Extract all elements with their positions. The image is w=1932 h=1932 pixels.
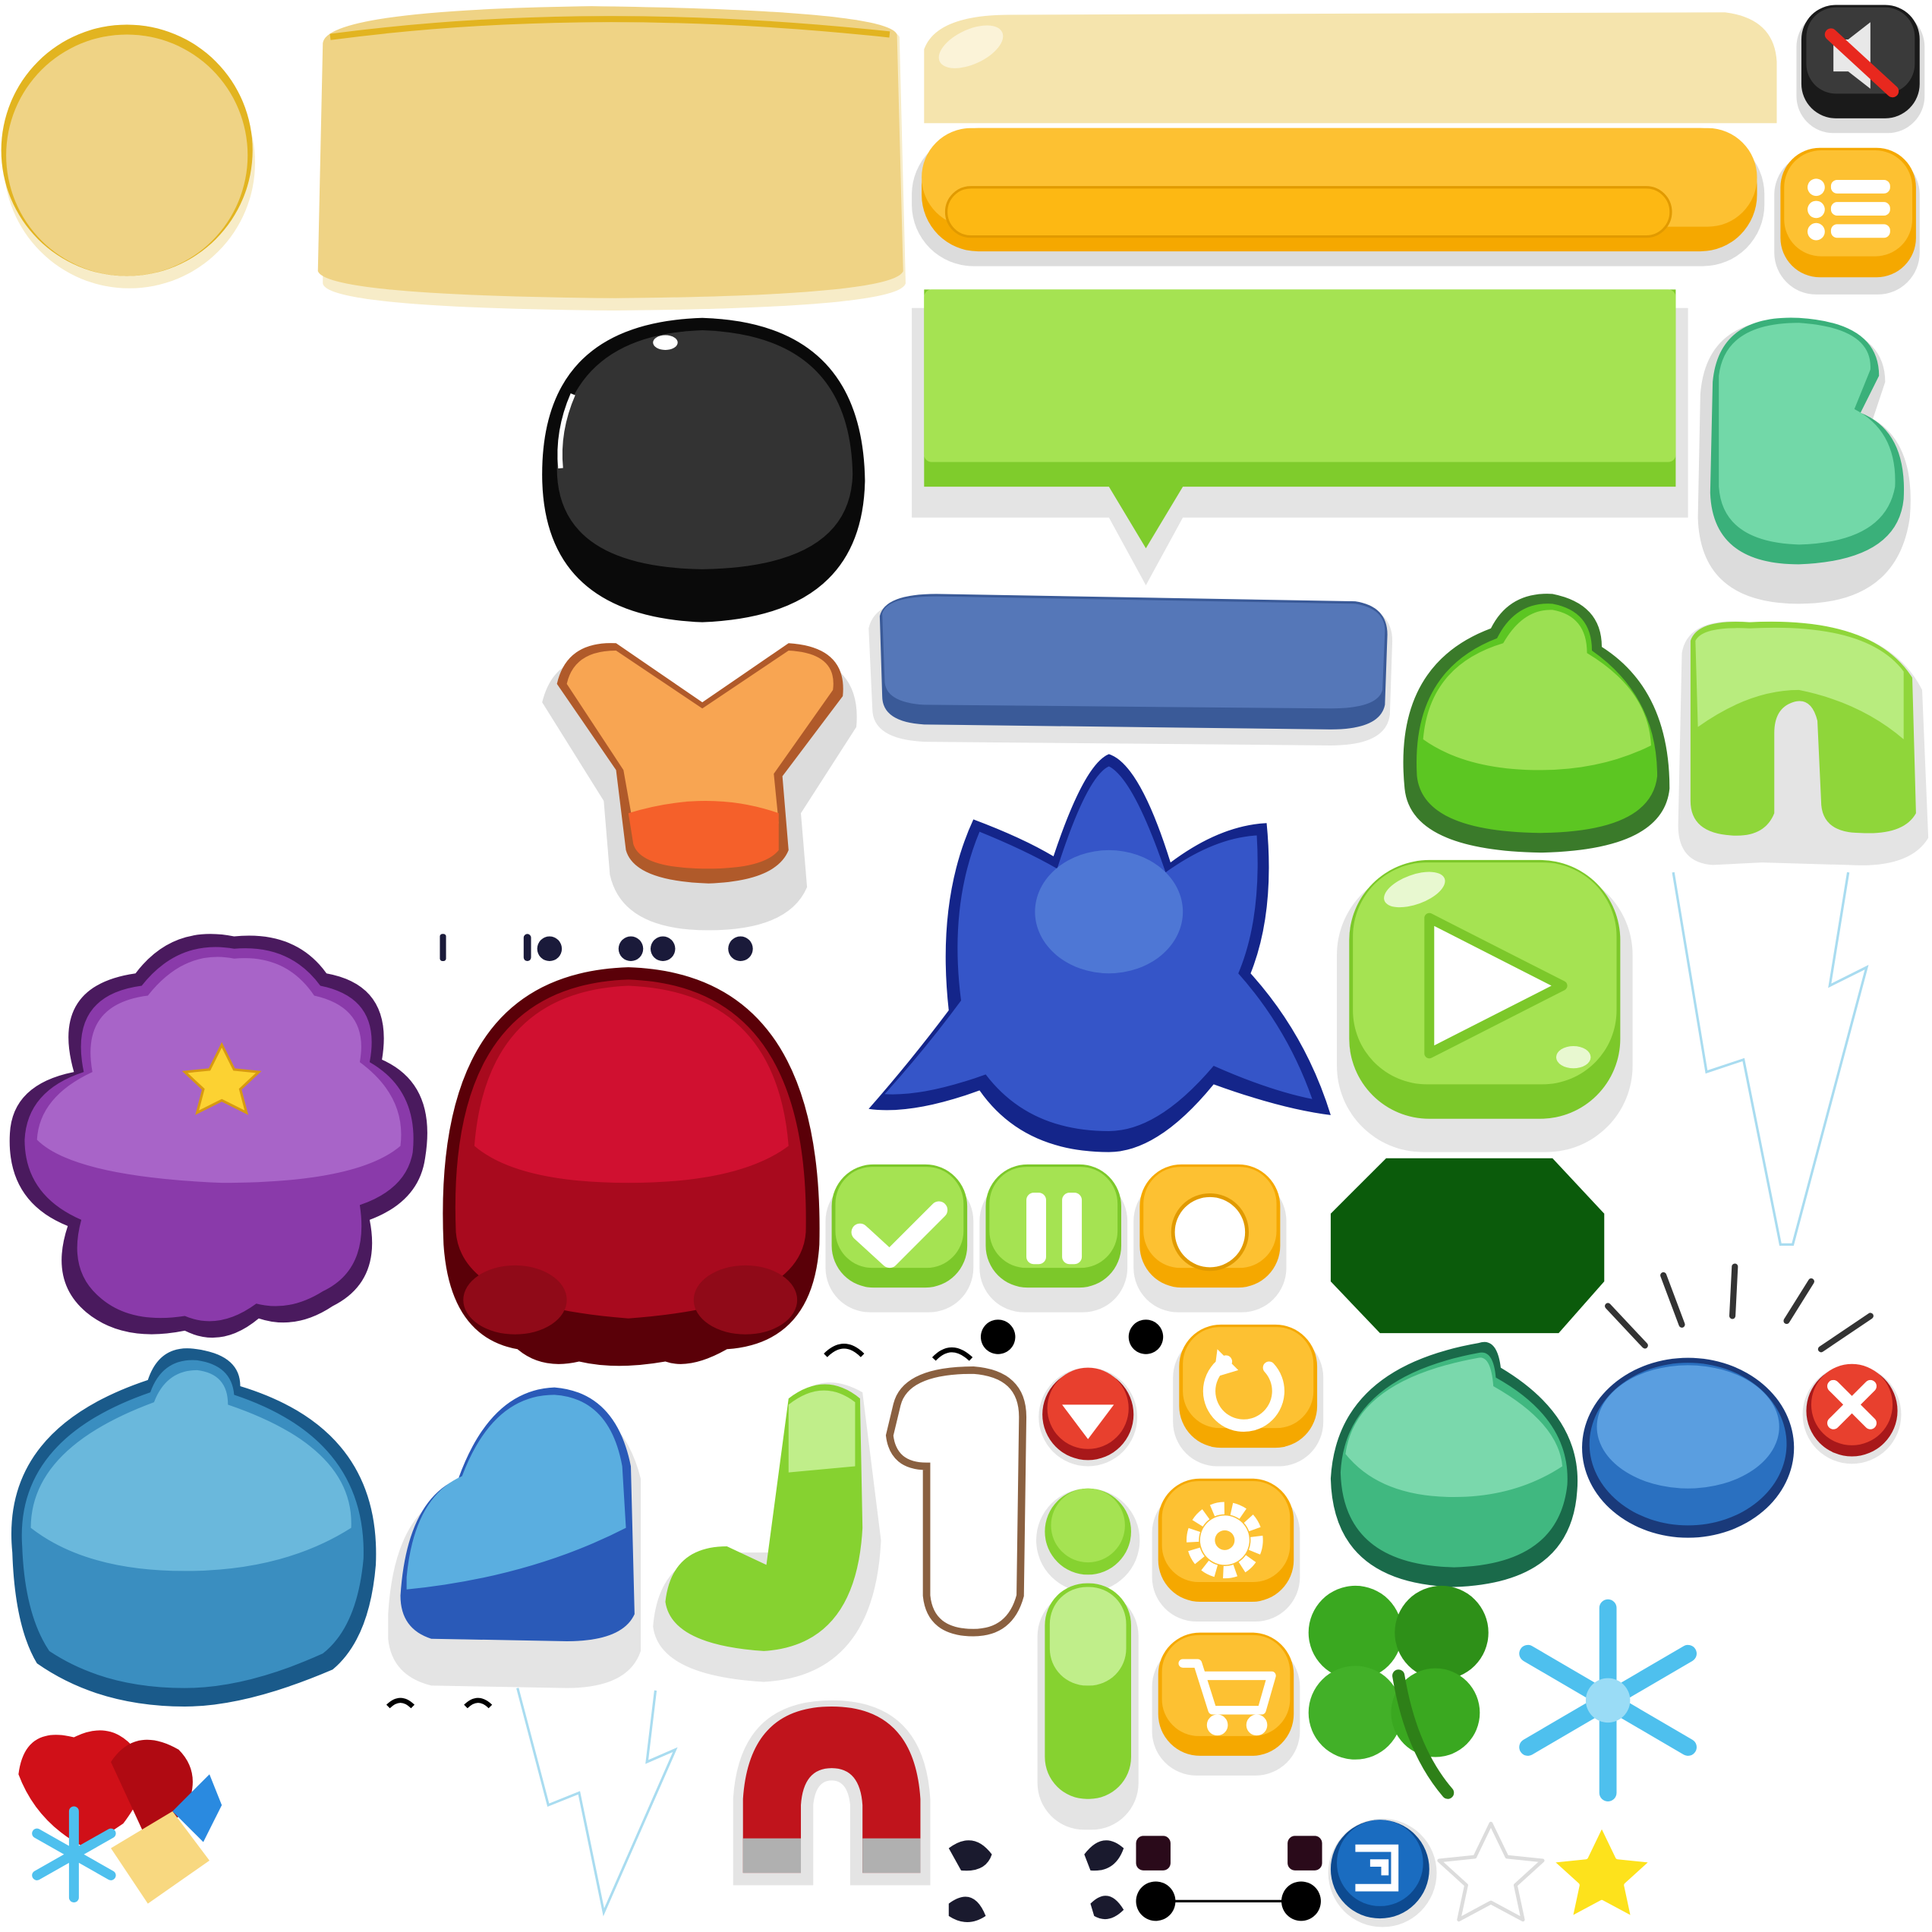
green-blob xyxy=(1403,594,1670,853)
shop-button[interactable] xyxy=(1152,1632,1300,1776)
star-empty xyxy=(1437,1821,1545,1922)
settings-button[interactable] xyxy=(1152,1478,1300,1622)
snowflake xyxy=(1519,1599,1697,1801)
magnet xyxy=(733,1700,931,1886)
clover xyxy=(1308,1585,1489,1799)
round-panel xyxy=(1,24,255,288)
black-blob xyxy=(542,317,865,622)
mute-button[interactable] xyxy=(1796,5,1925,134)
blue-star-blob xyxy=(868,754,1331,1152)
speech-bubble xyxy=(912,289,1688,585)
restart-button[interactable] xyxy=(1173,1324,1324,1467)
play-button[interactable] xyxy=(1337,859,1633,1152)
sprite-sheet xyxy=(1,5,1929,1927)
dark-shape-sprites xyxy=(948,1836,1322,1923)
exit-button[interactable] xyxy=(1328,1818,1437,1927)
blue-oval xyxy=(1582,1357,1795,1538)
check-button[interactable] xyxy=(825,1164,974,1313)
pause-button[interactable] xyxy=(979,1164,1128,1313)
letter-y xyxy=(542,643,857,931)
heart-snowflake-brush-icons xyxy=(18,1730,222,1904)
yellow-round-button[interactable] xyxy=(1133,1164,1287,1313)
red-blob xyxy=(443,967,820,1366)
light-bar xyxy=(924,12,1777,124)
letter-n xyxy=(1678,621,1929,865)
spark-lines xyxy=(1605,1263,1874,1353)
letter-3 xyxy=(1697,317,1911,604)
list-icon xyxy=(1808,178,1890,241)
teal-drop xyxy=(1330,1341,1578,1587)
progress-bar xyxy=(912,128,1765,266)
menu-button[interactable] xyxy=(1774,147,1920,295)
blank-circle-icon xyxy=(1171,1193,1249,1272)
blue-bar xyxy=(868,594,1393,745)
light-blue-blob xyxy=(11,1348,377,1707)
octagon xyxy=(1330,1158,1605,1334)
large-panel xyxy=(317,6,906,311)
down-button[interactable] xyxy=(1038,1367,1138,1467)
letter-j xyxy=(653,1382,881,1682)
letter-i xyxy=(1036,1488,1140,1830)
star-full xyxy=(1547,1820,1656,1923)
close-button[interactable] xyxy=(1802,1363,1902,1464)
letter-l xyxy=(388,1387,641,1688)
number-1-outline xyxy=(885,1366,1027,1637)
purple-blob xyxy=(9,934,427,1338)
